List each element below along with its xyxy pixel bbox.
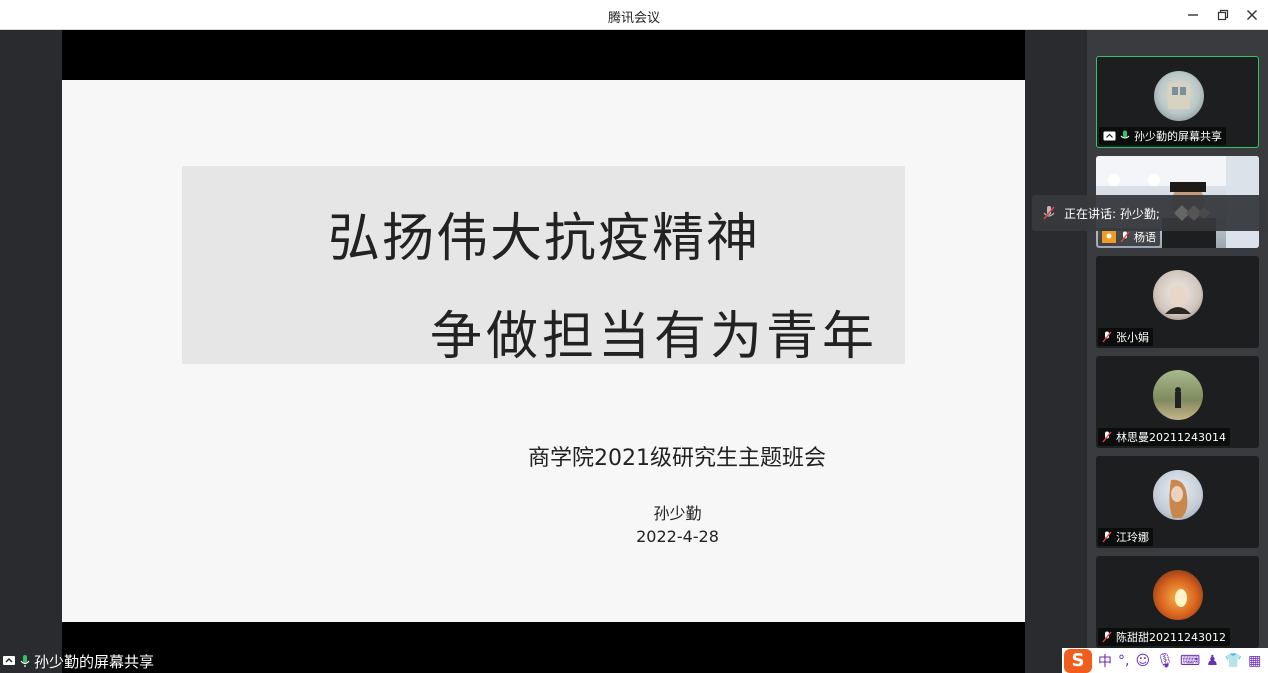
grid-icon[interactable]: ▦ bbox=[1248, 653, 1261, 669]
mic-muted-icon bbox=[1102, 331, 1112, 343]
minimize-icon bbox=[1188, 14, 1198, 16]
participant-name-bar: 张小娟 bbox=[1098, 328, 1153, 346]
mic-muted-icon bbox=[1120, 231, 1130, 243]
speaking-indicator: 正在讲话: 孙少勤; bbox=[1032, 195, 1267, 231]
emoji-icon[interactable]: ☺ bbox=[1135, 653, 1150, 669]
mic-muted-icon bbox=[1102, 431, 1112, 443]
speaking-prefix: 正在讲话: bbox=[1064, 206, 1120, 221]
close-button[interactable] bbox=[1241, 4, 1263, 26]
participant-tile[interactable]: 张小娟 bbox=[1096, 256, 1259, 348]
screen-share-icon bbox=[1103, 131, 1116, 140]
user-skin-icon[interactable]: ♟ bbox=[1206, 653, 1219, 669]
ime-logo-icon[interactable]: S bbox=[1064, 648, 1092, 673]
avatar bbox=[1153, 470, 1203, 520]
participant-name-bar: 江玲娜 bbox=[1098, 528, 1153, 546]
participant-name-bar: 林思曼20211243014 bbox=[1098, 428, 1230, 446]
mic-muted-icon bbox=[1102, 531, 1112, 543]
minimize-button[interactable] bbox=[1182, 4, 1204, 26]
mic-muted-icon bbox=[1102, 631, 1112, 643]
slide-title-line1: 弘扬伟大抗疫精神 bbox=[328, 209, 761, 269]
avatar bbox=[1153, 570, 1203, 620]
avatar bbox=[1153, 270, 1203, 320]
restore-button[interactable] bbox=[1212, 4, 1234, 26]
user-icon bbox=[1102, 231, 1116, 243]
restore-icon bbox=[1217, 9, 1229, 21]
slide-subtitle: 商学院2021级研究生主题班会 bbox=[528, 446, 826, 471]
speaking-name: 孙少勤; bbox=[1119, 206, 1160, 221]
participant-tile[interactable]: 孙少勤的屏幕共享 bbox=[1096, 56, 1259, 148]
participant-tile[interactable]: 林思曼20211243014 bbox=[1096, 356, 1259, 448]
presentation-slide: 弘扬伟大抗疫精神 争做担当有为青年 商学院2021级研究生主题班会 孙少勤 20… bbox=[62, 80, 1025, 622]
mic-on-icon bbox=[1120, 130, 1130, 139]
ime-mode[interactable]: 中 bbox=[1098, 651, 1112, 671]
slide-date: 2022-4-28 bbox=[636, 527, 719, 546]
shirt-icon[interactable]: 👕 bbox=[1225, 653, 1242, 669]
avatar bbox=[1153, 370, 1203, 420]
speaker-wave-icon bbox=[1173, 205, 1210, 221]
participants-panel[interactable]: 孙少勤的屏幕共享 杨语 张小娟 林思曼20211243014 江玲娜 陈甜甜20… bbox=[1087, 30, 1268, 673]
close-icon bbox=[1247, 10, 1257, 20]
participant-name-bar: 陈甜甜20211243012 bbox=[1098, 628, 1230, 646]
keyboard-icon[interactable]: ⌨ bbox=[1180, 653, 1200, 669]
punctuation-icon[interactable]: °, bbox=[1118, 653, 1129, 669]
window-title: 腾讯会议 bbox=[607, 11, 660, 26]
participant-tile[interactable]: 江玲娜 bbox=[1096, 456, 1259, 548]
slide-presenter: 孙少勤 bbox=[653, 504, 702, 523]
main-stage: 弘扬伟大抗疫精神 争做担当有为青年 商学院2021级研究生主题班会 孙少勤 20… bbox=[0, 30, 1087, 673]
screen-share-icon bbox=[3, 655, 15, 665]
voice-icon[interactable]: 🎙 bbox=[1156, 653, 1174, 669]
meeting-window: 腾讯会议 弘扬伟大抗疫精神 争做担当有为青年 商学院2021级研究生主题班会 孙… bbox=[0, 0, 1268, 673]
slide-title-line2: 争做担当有为青年 bbox=[430, 307, 879, 367]
participant-tile[interactable]: 陈甜甜20211243012 bbox=[1096, 556, 1259, 648]
mic-on-icon bbox=[20, 655, 30, 667]
share-label-text: 孙少勤的屏幕共享 bbox=[34, 652, 155, 671]
share-label: 孙少勤的屏幕共享 bbox=[2, 651, 154, 671]
title-bar: 腾讯会议 bbox=[0, 0, 1268, 30]
ime-toolbar[interactable]: S 中 °, ☺ 🎙 ⌨ ♟ 👕 ▦ bbox=[1062, 648, 1268, 673]
mic-muted-icon bbox=[1043, 206, 1055, 220]
participant-name-bar: 孙少勤的屏幕共享 bbox=[1099, 127, 1226, 145]
avatar bbox=[1154, 71, 1204, 121]
